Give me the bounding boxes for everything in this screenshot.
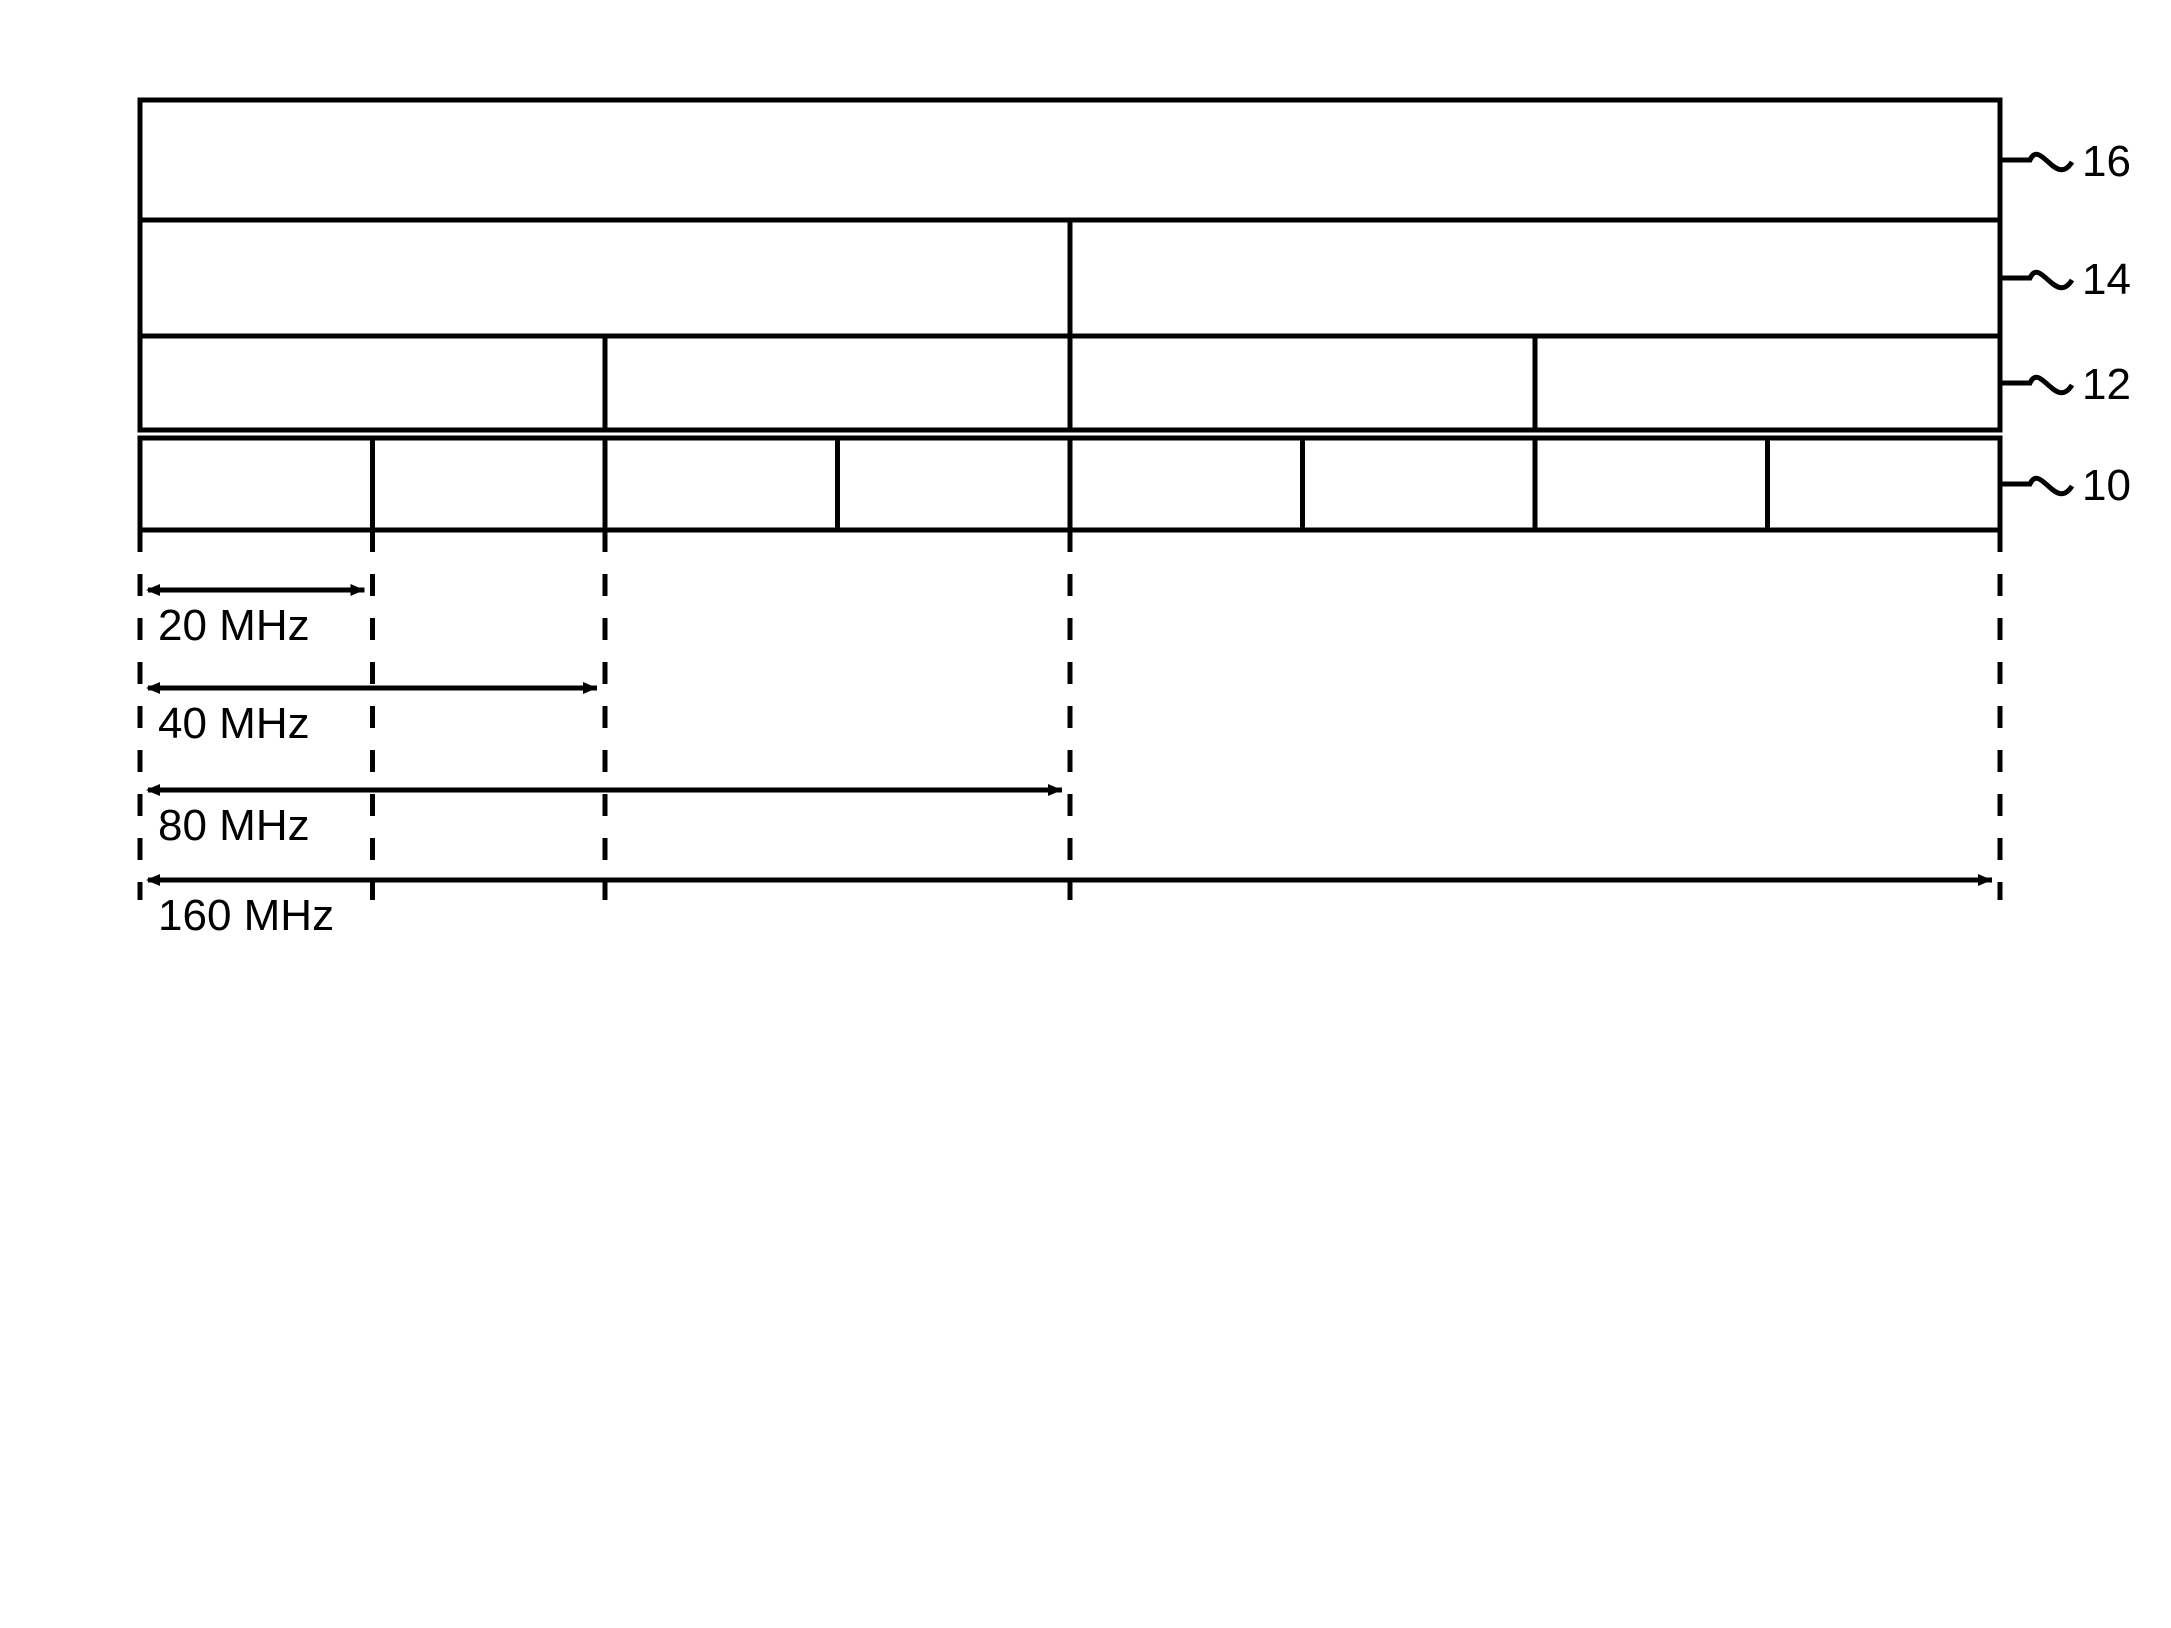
- dimension-label: 80 MHz: [158, 801, 310, 850]
- callout-leader: [2000, 154, 2072, 169]
- callout-leader: [2000, 377, 2072, 392]
- reference-number: 14: [2082, 255, 2131, 304]
- reference-number: 10: [2082, 461, 2131, 510]
- callout-leader: [2000, 478, 2072, 493]
- dimension-label: 160 MHz: [158, 891, 334, 940]
- reference-number: 16: [2082, 137, 2131, 186]
- bandwidth-diagram: 16 14 12 10 20 MHz 40 MHz 80 MHz 160 MHz: [0, 0, 2171, 1628]
- dimension-label: 20 MHz: [158, 601, 310, 650]
- reference-number: 12: [2082, 360, 2131, 409]
- channel-row: [140, 100, 2000, 220]
- dimension-label: 40 MHz: [158, 699, 310, 748]
- callout-leader: [2000, 272, 2072, 287]
